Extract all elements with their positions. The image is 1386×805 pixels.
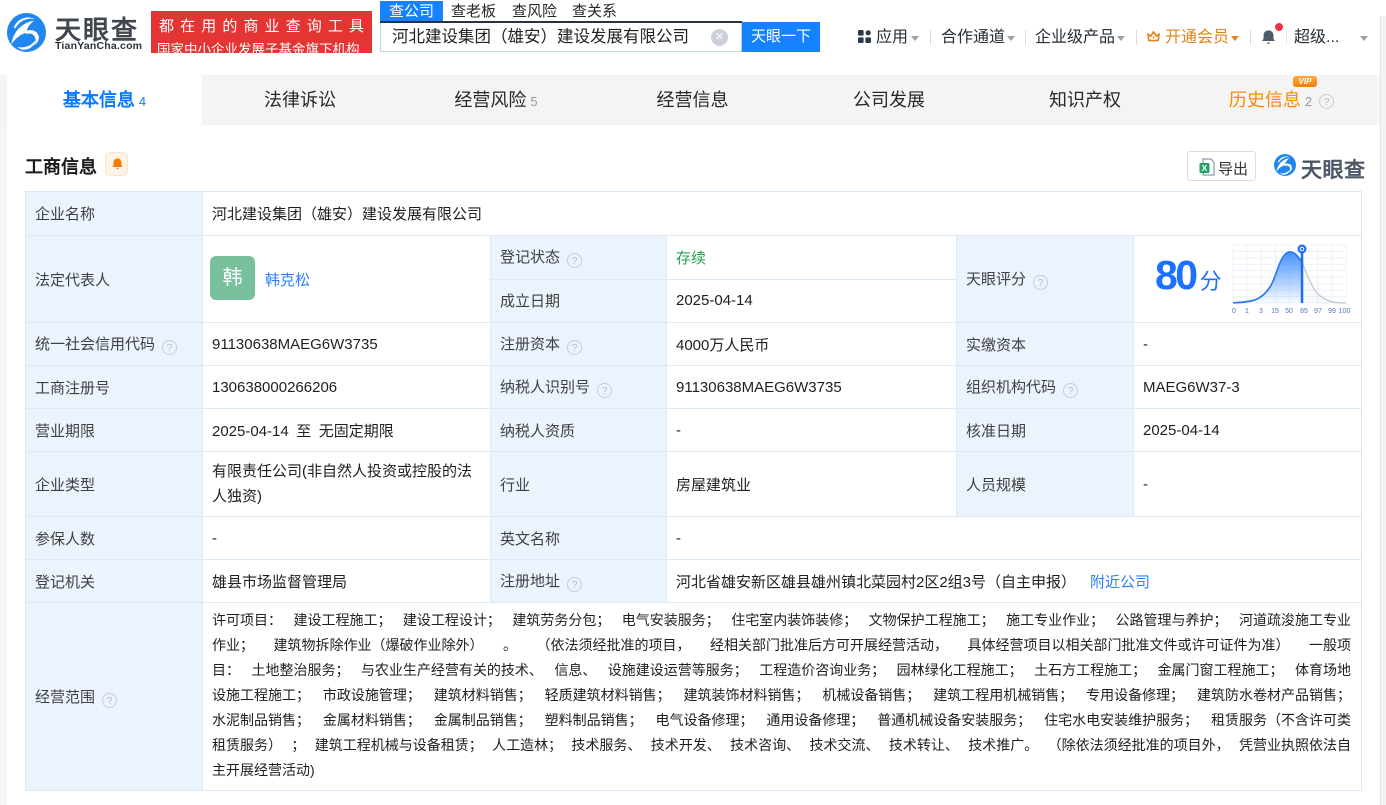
svg-text:97: 97: [1314, 308, 1322, 315]
svg-text:15: 15: [1271, 308, 1279, 315]
svg-text:X: X: [1202, 163, 1208, 173]
svg-text:1: 1: [1245, 308, 1249, 315]
svg-text:3: 3: [1259, 308, 1263, 315]
svg-text:85: 85: [1300, 308, 1308, 315]
svg-text:50: 50: [1285, 308, 1293, 315]
svg-text:100: 100: [1339, 308, 1351, 315]
svg-text:99: 99: [1328, 308, 1336, 315]
svg-text:0: 0: [1232, 308, 1236, 315]
